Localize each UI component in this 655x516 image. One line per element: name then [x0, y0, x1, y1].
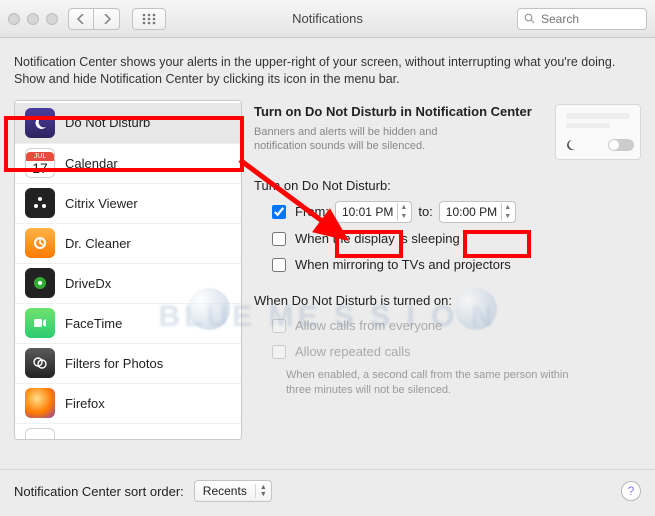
from-label: From: [295, 204, 329, 219]
sidebar-item-label: Do Not Disturb [65, 115, 150, 130]
calls-everyone-label: Allow calls from everyone [295, 318, 442, 333]
intro-text: Notification Center shows your alerts in… [14, 54, 641, 88]
section-schedule-title: Turn on Do Not Disturb: [254, 178, 641, 193]
sort-order-label: Notification Center sort order: [14, 484, 184, 499]
preview-thumbnail [555, 104, 641, 160]
repeated-calls-checkbox[interactable] [272, 345, 286, 359]
stepper-icon[interactable]: ▲▼ [501, 203, 513, 221]
sidebar-item-label: Citrix Viewer [65, 196, 138, 211]
forward-button[interactable] [94, 8, 120, 30]
moon-icon [564, 139, 576, 151]
sidebar-item-calendar[interactable]: JUL 17 Calendar [15, 143, 241, 183]
sidebar-item-firefox[interactable]: Firefox [15, 383, 241, 423]
sidebar-item-dr-cleaner[interactable]: Dr. Cleaner [15, 223, 241, 263]
chevron-updown-icon: ▲▼ [255, 484, 267, 498]
sidebar-item-citrix-viewer[interactable]: Citrix Viewer [15, 183, 241, 223]
toggle-icon [608, 139, 634, 151]
sidebar-item-label: Dr. Cleaner [65, 236, 131, 251]
sidebar-item-label: Calendar [65, 156, 118, 171]
repeated-calls-note: When enabled, a second call from the sam… [286, 368, 596, 398]
stepper-icon[interactable]: ▲▼ [397, 203, 409, 221]
sidebar-item-facetime[interactable]: FaceTime [15, 303, 241, 343]
titlebar: Notifications [0, 0, 655, 38]
search-input[interactable] [539, 11, 640, 27]
to-label: to: [418, 204, 432, 219]
sidebar-item-drivedx[interactable]: DriveDx [15, 263, 241, 303]
mirroring-row: When mirroring to TVs and projectors [268, 255, 641, 275]
zoom-window-button[interactable] [46, 13, 58, 25]
moon-icon [25, 108, 55, 138]
repeated-calls-row: Allow repeated calls [268, 342, 641, 362]
sidebar-item-label: Games [65, 436, 107, 440]
nav-buttons [68, 8, 120, 30]
close-window-button[interactable] [8, 13, 20, 25]
mirroring-label: When mirroring to TVs and projectors [295, 257, 511, 272]
sidebar-item-label: Firefox [65, 396, 105, 411]
from-time-field[interactable]: 10:01 PM ▲▼ [335, 201, 412, 223]
settings-panel: Turn on Do Not Disturb in Notification C… [254, 100, 641, 440]
dr-cleaner-icon [25, 228, 55, 258]
firefox-icon [25, 388, 55, 418]
calls-everyone-checkbox[interactable] [272, 319, 286, 333]
schedule-row: From: 10:01 PM ▲▼ to: 10:00 PM ▲▼ [268, 201, 641, 223]
calls-everyone-row: Allow calls from everyone [268, 316, 641, 336]
minimize-window-button[interactable] [27, 13, 39, 25]
content: Notification Center shows your alerts in… [0, 38, 655, 448]
citrix-icon [25, 188, 55, 218]
sidebar-item-filters-for-photos[interactable]: Filters for Photos [15, 343, 241, 383]
calendar-icon: JUL 17 [25, 148, 55, 178]
facetime-icon [25, 308, 55, 338]
sidebar-item-label: DriveDx [65, 276, 111, 291]
sleeping-label: When the display is sleeping [295, 231, 460, 246]
help-button[interactable]: ? [621, 481, 641, 501]
sleeping-checkbox[interactable] [272, 232, 286, 246]
sort-order-select[interactable]: Recents ▲▼ [194, 480, 272, 502]
drivedx-icon [25, 268, 55, 298]
panel-subheading: Banners and alerts will be hidden and no… [254, 125, 454, 155]
sidebar-item-label: FaceTime [65, 316, 122, 331]
app-list[interactable]: Do Not Disturb JUL 17 Calendar Citrix Vi… [14, 100, 242, 440]
from-checkbox[interactable] [272, 205, 286, 219]
sidebar-item-label: Filters for Photos [65, 356, 163, 371]
to-time-field[interactable]: 10:00 PM ▲▼ [439, 201, 516, 223]
search-icon [524, 13, 535, 24]
back-button[interactable] [68, 8, 94, 30]
sidebar-item-do-not-disturb[interactable]: Do Not Disturb [15, 103, 241, 143]
section-when-on-title: When Do Not Disturb is turned on: [254, 293, 641, 308]
filters-icon [25, 348, 55, 378]
sidebar-item-games[interactable]: Games [15, 423, 241, 440]
sleeping-row: When the display is sleeping [268, 229, 641, 249]
search-field[interactable] [517, 8, 647, 30]
footer: Notification Center sort order: Recents … [0, 469, 655, 516]
mirroring-checkbox[interactable] [272, 258, 286, 272]
panel-heading: Turn on Do Not Disturb in Notification C… [254, 104, 545, 121]
show-all-button[interactable] [132, 8, 166, 30]
repeated-calls-label: Allow repeated calls [295, 344, 411, 359]
to-time-value: 10:00 PM [446, 205, 497, 219]
games-icon [25, 428, 55, 440]
sort-order-value: Recents [203, 484, 247, 498]
from-time-value: 10:01 PM [342, 205, 393, 219]
window-controls [8, 13, 58, 25]
